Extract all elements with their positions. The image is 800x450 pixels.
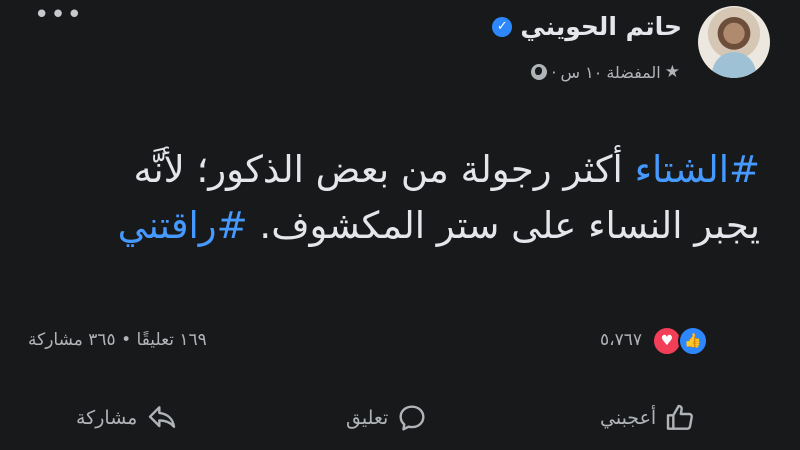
- thumbs-up-icon: [664, 402, 696, 434]
- author-name[interactable]: حاتم الحويني: [520, 12, 682, 41]
- post-time[interactable]: ١٠ س: [561, 63, 603, 82]
- favorites-label[interactable]: المفضلة: [606, 63, 660, 82]
- like-button[interactable]: أعجبني: [600, 402, 696, 434]
- hashtag-liked[interactable]: #راقتني: [118, 204, 248, 247]
- comment-button[interactable]: تعليق: [346, 402, 428, 434]
- verified-badge-icon: ✓: [492, 16, 513, 37]
- stats-separator: •: [121, 330, 132, 350]
- share-count[interactable]: ٣٦٥ مشاركة: [28, 330, 116, 350]
- share-button[interactable]: مشاركة: [76, 402, 179, 434]
- post-text-line2: يجبر النساء على ستر المكشوف.: [247, 204, 760, 247]
- hashtag-winter[interactable]: #الشتاء: [635, 148, 760, 191]
- facebook-post: ••• حاتم الحويني ✓ ★ المفضلة ١٠ س · #الش…: [0, 0, 800, 450]
- meta-separator: ·: [551, 62, 557, 82]
- like-label: أعجبني: [600, 407, 657, 429]
- reaction-icons[interactable]: ♥ 👍: [652, 326, 708, 356]
- comment-label: تعليق: [346, 407, 389, 429]
- post-text: #الشتاء أكثر رجولة من بعض الذكور؛ لأنَّه…: [40, 142, 760, 254]
- author-row: حاتم الحويني ✓: [492, 12, 682, 41]
- globe-icon: [531, 64, 548, 80]
- avatar[interactable]: [698, 6, 770, 78]
- reaction-count[interactable]: ٥،٧٦٧: [600, 330, 642, 350]
- more-options-icon[interactable]: •••: [34, 2, 82, 30]
- share-arrow-icon: [145, 402, 179, 434]
- comment-bubble-icon: [396, 402, 428, 434]
- like-reaction-icon: 👍: [678, 326, 708, 356]
- engagement-stats: ١٦٩ تعليقًا • ٣٦٥ مشاركة: [28, 330, 207, 350]
- star-icon: ★: [664, 62, 680, 82]
- comment-count[interactable]: ١٦٩ تعليقًا: [137, 330, 207, 350]
- post-text-line1: أكثر رجولة من بعض الذكور؛ لأنَّه: [133, 148, 635, 191]
- share-label: مشاركة: [76, 407, 138, 429]
- post-meta: ★ المفضلة ١٠ س ·: [531, 62, 680, 82]
